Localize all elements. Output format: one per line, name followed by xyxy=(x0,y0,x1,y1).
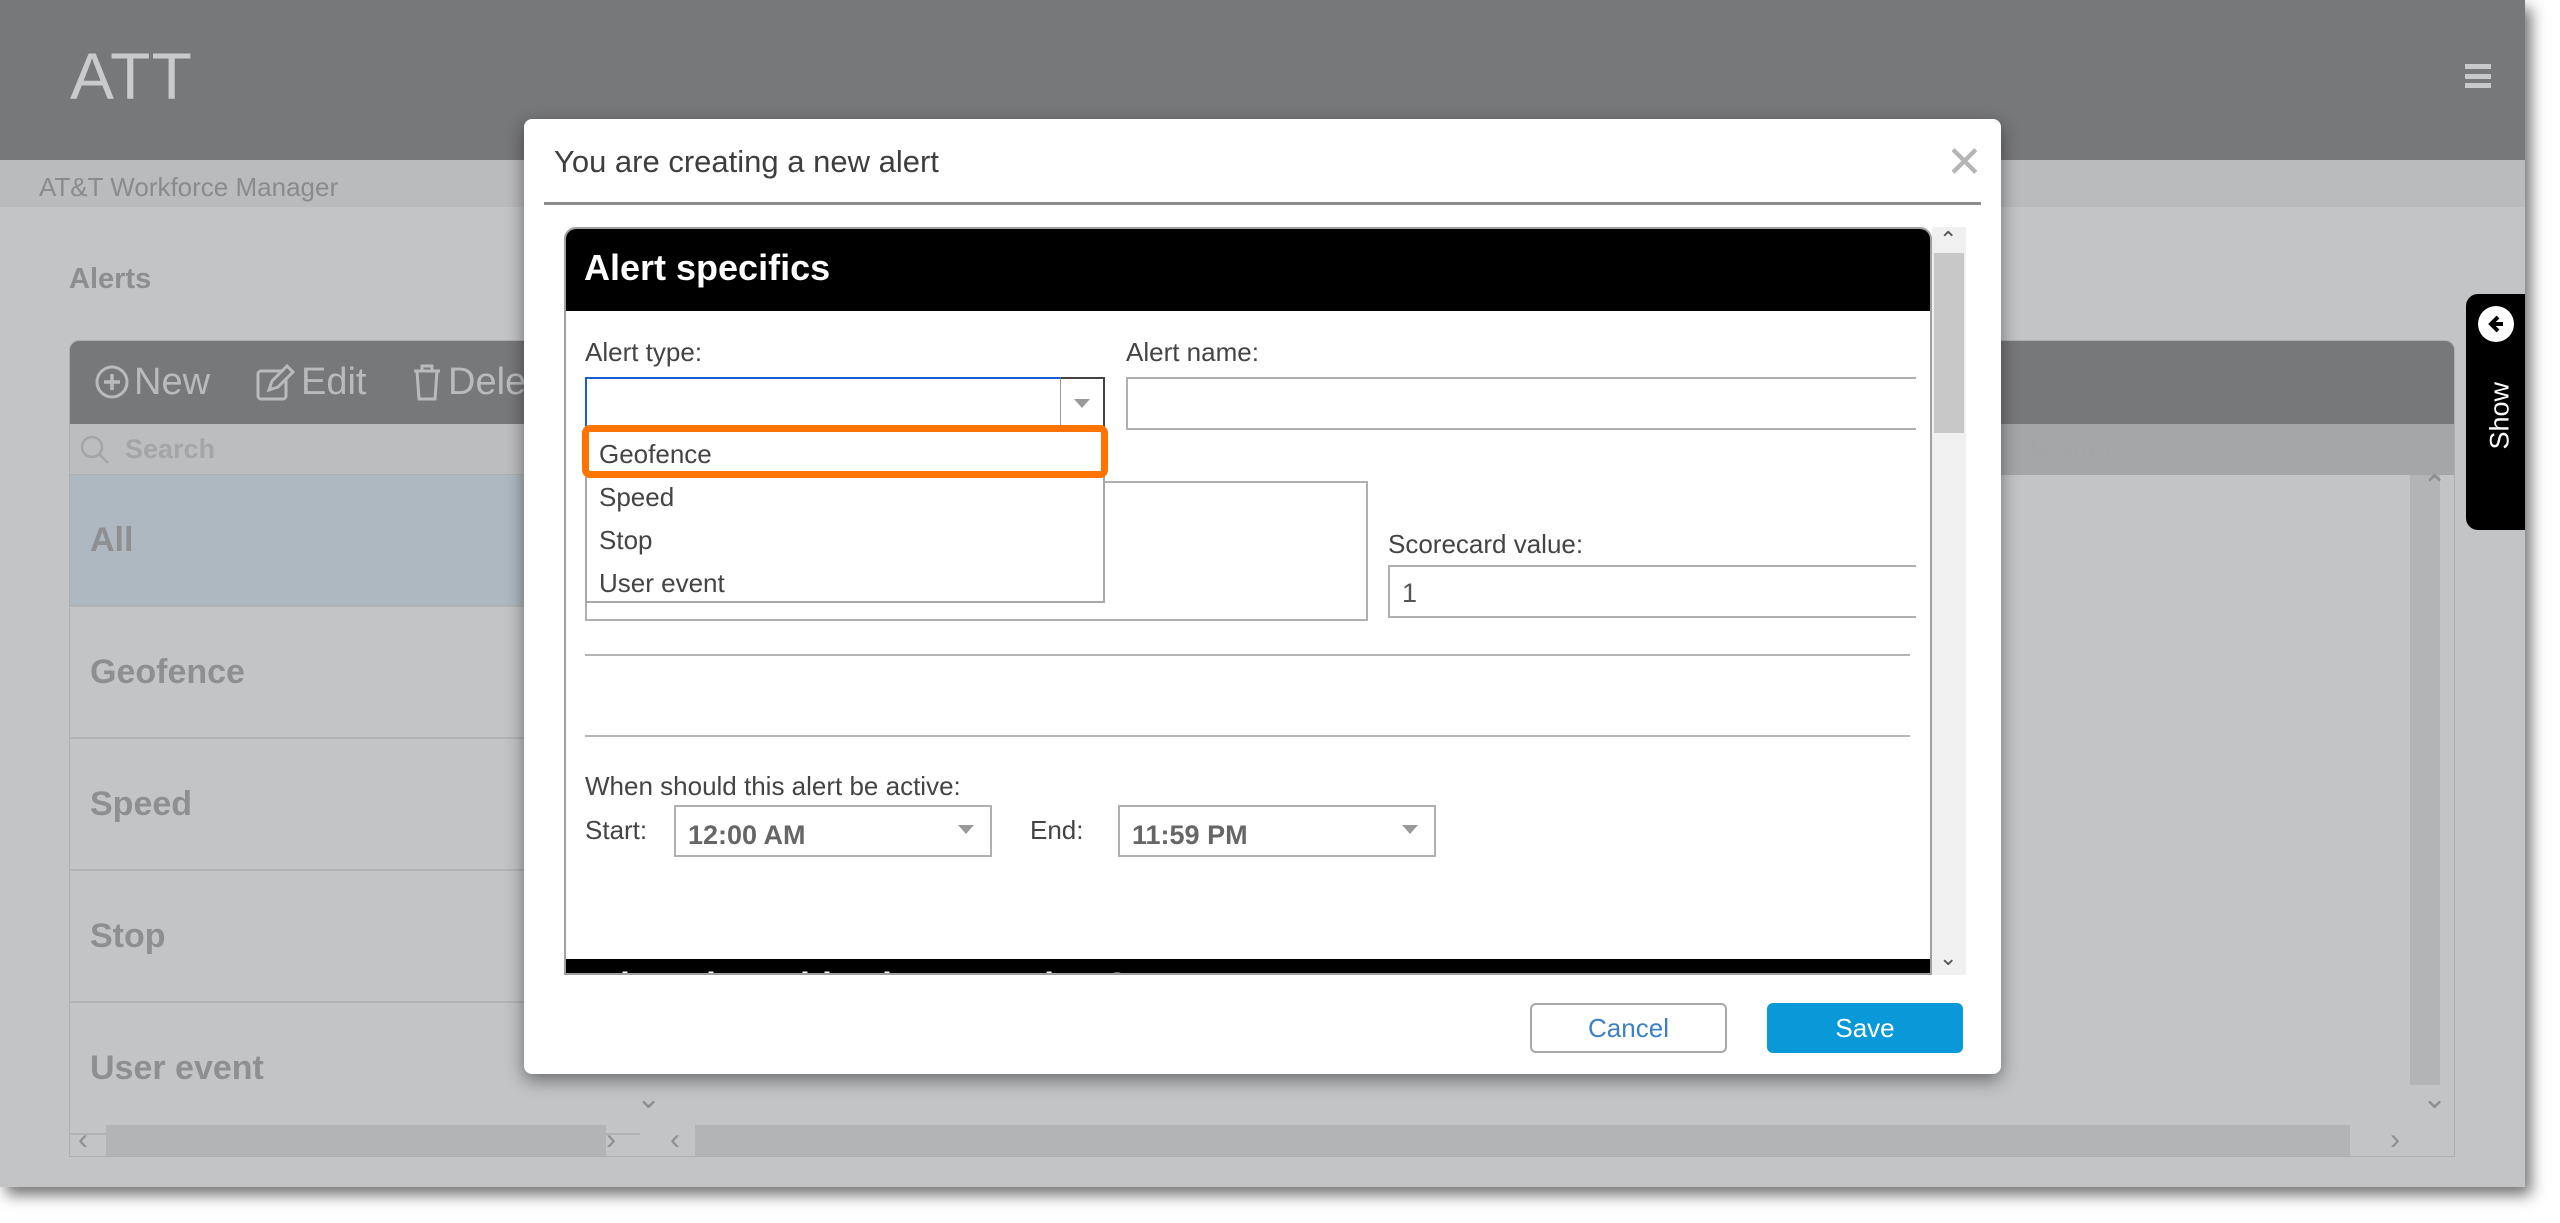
new-label: New xyxy=(134,360,211,403)
trash-icon xyxy=(414,364,440,401)
chevron-down-icon xyxy=(1402,825,1418,834)
scorecard-input[interactable]: 1 xyxy=(1388,565,1916,618)
brand-logo: ATT xyxy=(70,39,193,113)
alert-type-select[interactable] xyxy=(585,377,1062,430)
scrollbar-thumb[interactable] xyxy=(1934,253,1964,433)
save-button[interactable]: Save xyxy=(1767,1003,1963,1053)
column-header-owner[interactable]: Owner xyxy=(2030,433,2114,464)
highlight-box xyxy=(582,425,1108,478)
dialog-title: You are creating a new alert xyxy=(554,144,939,179)
edit-icon xyxy=(256,363,296,401)
list-horizontal-scrollbar[interactable] xyxy=(106,1125,606,1156)
edit-label: Edit xyxy=(301,360,367,403)
dialog-scrollbar[interactable]: ⌃ ⌄ xyxy=(1932,227,1966,975)
scroll-down-icon[interactable]: ⌄ xyxy=(1939,945,1957,971)
search-input[interactable]: Search xyxy=(125,434,215,465)
option-speed[interactable]: Speed xyxy=(599,482,674,513)
end-label: End: xyxy=(1030,815,1084,845)
chevron-down-icon xyxy=(958,825,974,834)
arrow-left-circle-icon xyxy=(2478,306,2514,342)
section-title: Alert specifics xyxy=(584,247,831,288)
close-icon[interactable]: ✕ xyxy=(1946,137,1983,188)
scroll-up-icon[interactable]: ⌃ xyxy=(1939,227,1957,253)
show-label: Show xyxy=(2484,381,2515,450)
scorecard-label: Scorecard value: xyxy=(1388,529,1584,559)
active-period-label: When should this alert be active: xyxy=(585,771,961,801)
delete-label: Dele xyxy=(448,360,527,403)
next-section-title: When does this alert complete? xyxy=(586,965,1128,973)
option-stop[interactable]: Stop xyxy=(599,525,653,556)
start-time-value: 12:00 AM xyxy=(688,820,806,850)
list-scroll-right-icon[interactable]: › xyxy=(606,1123,616,1156)
edit-button[interactable]: Edit xyxy=(255,357,366,407)
end-time-select[interactable]: 11:59 PM xyxy=(1118,805,1436,857)
plus-circle-icon xyxy=(95,365,129,399)
section-header: Alert specifics xyxy=(566,229,1930,311)
show-panel-tab[interactable]: Show xyxy=(2466,294,2525,530)
app-subtitle: AT&T Workforce Manager xyxy=(39,172,339,202)
grid-scroll-left-icon[interactable]: ‹ xyxy=(670,1123,680,1156)
alert-name-label: Alert name: xyxy=(1126,337,1259,367)
list-scroll-down-icon[interactable]: ⌄ xyxy=(636,1081,661,1116)
scroll-down-icon[interactable]: ⌄ xyxy=(2422,1081,2447,1116)
hamburger-icon[interactable] xyxy=(2465,64,2491,88)
divider-2 xyxy=(585,735,1910,737)
delete-button[interactable]: Dele xyxy=(410,357,526,407)
option-user-event[interactable]: User event xyxy=(599,568,725,599)
dialog-divider xyxy=(544,202,1981,205)
scroll-up-icon[interactable]: ⌃ xyxy=(2422,469,2447,504)
alert-type-label: Alert type: xyxy=(585,337,703,367)
alert-specifics-section: Alert specifics Alert type: Alert name: … xyxy=(564,227,1932,975)
chevron-down-icon xyxy=(1074,399,1090,408)
start-time-select[interactable]: 12:00 AM xyxy=(674,805,992,857)
scorecard-value: 1 xyxy=(1402,578,1418,608)
next-section-header[interactable]: When does this alert complete? xyxy=(566,959,1930,973)
divider-1 xyxy=(585,654,1910,656)
cancel-button[interactable]: Cancel xyxy=(1530,1003,1727,1053)
list-scroll-left-icon[interactable]: ‹ xyxy=(78,1123,88,1156)
start-label: Start: xyxy=(585,815,648,845)
page-title: Alerts xyxy=(69,263,152,295)
alert-name-input[interactable] xyxy=(1126,377,1916,430)
grid-horizontal-scrollbar[interactable] xyxy=(695,1125,2350,1156)
grid-scroll-right-icon[interactable]: › xyxy=(2390,1123,2400,1156)
grid-vertical-scrollbar[interactable] xyxy=(2410,475,2440,1085)
end-time-value: 11:59 PM xyxy=(1132,820,1248,850)
new-alert-dialog: You are creating a new alert ✕ Alert spe… xyxy=(524,119,2001,1074)
alert-type-dropdown-button[interactable] xyxy=(1060,377,1105,430)
new-button[interactable]: New xyxy=(94,357,210,407)
search-icon xyxy=(78,433,112,472)
